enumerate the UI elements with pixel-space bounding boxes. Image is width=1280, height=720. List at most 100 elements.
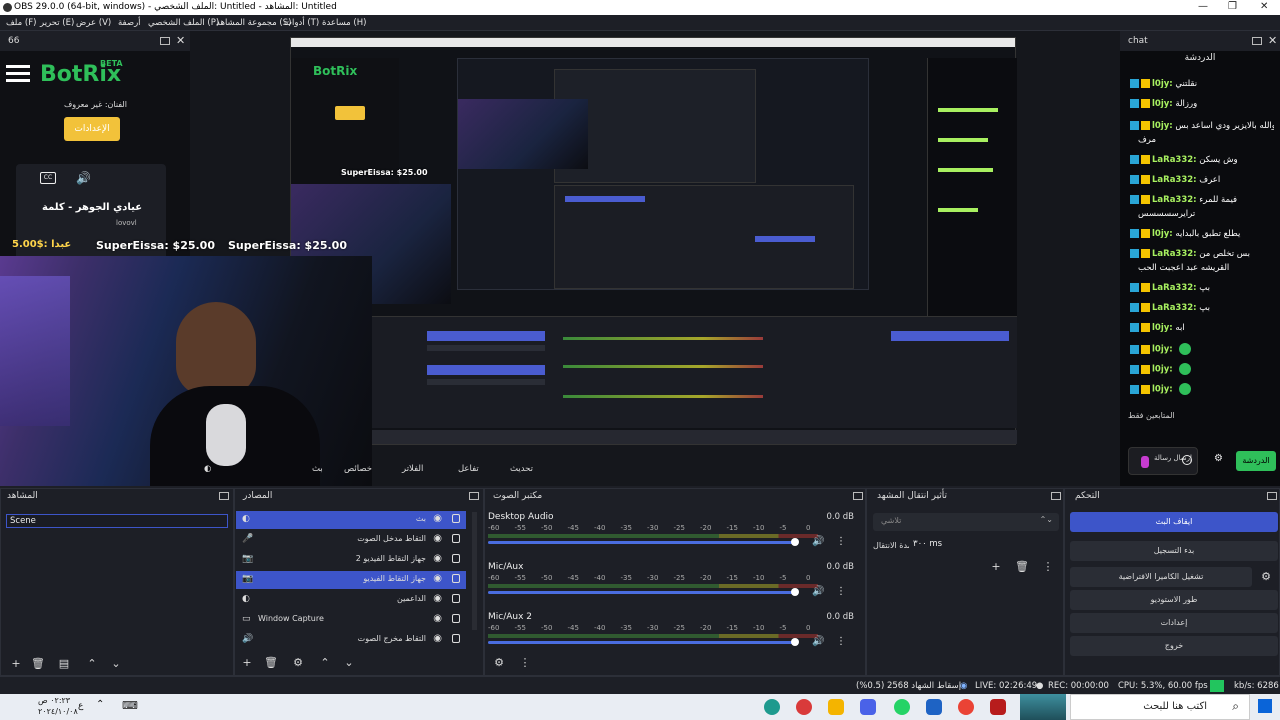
chat-username[interactable]: l0jy: bbox=[1152, 99, 1173, 109]
properties-button[interactable]: خصائص bbox=[340, 462, 376, 478]
chat-close-icon[interactable]: ✕ bbox=[1268, 34, 1277, 47]
chat-username[interactable]: LaRa332: bbox=[1152, 283, 1197, 293]
language-indicator[interactable]: ع bbox=[78, 701, 83, 711]
source-item[interactable]: 📷 جهاز التقاط الفيديو 2 ◉ bbox=[236, 551, 466, 569]
mute-speaker-icon[interactable]: 🔊 bbox=[812, 536, 824, 547]
visibility-eye-icon[interactable]: ◉ bbox=[433, 613, 442, 624]
volume-slider-handle[interactable] bbox=[791, 638, 799, 646]
duration-input[interactable]: ٣٠٠ ms bbox=[909, 536, 1059, 554]
volume-slider[interactable] bbox=[488, 591, 795, 594]
controls-popout-icon[interactable] bbox=[1267, 492, 1277, 500]
transitions-popout-icon[interactable] bbox=[1051, 492, 1061, 500]
interact-button[interactable]: تفاعل bbox=[454, 462, 483, 478]
obs-taskbar-icon[interactable] bbox=[796, 699, 812, 715]
menu-edit[interactable]: تحرير (E) bbox=[40, 18, 74, 28]
weather-widget[interactable] bbox=[1020, 694, 1066, 720]
chat-username[interactable]: LaRa332: bbox=[1152, 195, 1197, 205]
source-item[interactable]: ◐ بث ◉ bbox=[236, 511, 466, 529]
menu-profile[interactable]: الملف الشخصي (P) bbox=[148, 18, 219, 28]
scene-item[interactable]: Scene bbox=[6, 514, 228, 528]
whatsapp-icon[interactable] bbox=[894, 699, 910, 715]
move-source-down-icon[interactable]: ⌄ bbox=[342, 656, 356, 670]
chrome-icon[interactable] bbox=[958, 699, 974, 715]
mute-speaker-icon[interactable]: 🔊 bbox=[812, 636, 824, 647]
left-dock-close-icon[interactable]: ✕ bbox=[176, 34, 185, 47]
visibility-eye-icon[interactable]: ◉ bbox=[433, 513, 442, 524]
volume-slider-handle[interactable] bbox=[791, 538, 799, 546]
source-item[interactable]: 🔊 التقاط مخرج الصوت ◉ bbox=[236, 631, 466, 649]
source-item[interactable]: ◐ الداعمين ◉ bbox=[236, 591, 466, 609]
add-transition-icon[interactable]: + bbox=[989, 560, 1003, 574]
start-virtual-camera-button[interactable]: تشغيل الكاميرا الافتراضية bbox=[1070, 567, 1252, 587]
lock-icon[interactable] bbox=[452, 554, 460, 563]
chat-username[interactable]: l0jy: bbox=[1152, 345, 1173, 355]
chat-username[interactable]: l0jy: bbox=[1152, 385, 1173, 395]
add-scene-icon[interactable]: + bbox=[9, 657, 23, 671]
filters-button[interactable]: الفلاتر bbox=[398, 462, 427, 478]
visibility-eye-icon[interactable]: ◉ bbox=[433, 533, 442, 544]
maximize-button[interactable]: ❐ bbox=[1228, 1, 1237, 12]
lock-icon[interactable] bbox=[452, 514, 460, 523]
settings-button[interactable]: إعدادات bbox=[1070, 613, 1278, 633]
menu-docks[interactable]: أرصفة bbox=[118, 18, 141, 28]
remove-transition-icon[interactable]: 🗑 bbox=[1015, 560, 1029, 574]
sources-popout-icon[interactable] bbox=[469, 492, 479, 500]
volume-slider[interactable] bbox=[488, 641, 795, 644]
exit-button[interactable]: خروج bbox=[1070, 636, 1278, 656]
scenes-popout-icon[interactable] bbox=[219, 492, 229, 500]
volume-slider-handle[interactable] bbox=[791, 588, 799, 596]
taskbar-app-icon[interactable] bbox=[764, 699, 780, 715]
chat-username[interactable]: l0jy: bbox=[1152, 323, 1173, 333]
source-item[interactable]: ▭ Window Capture ◉ bbox=[236, 611, 466, 629]
channel-menu-icon[interactable]: ⋮ bbox=[836, 536, 846, 547]
hamburger-menu-icon[interactable] bbox=[6, 63, 30, 82]
emote-row[interactable] bbox=[1130, 427, 1274, 441]
chat-username[interactable]: LaRa332: bbox=[1152, 175, 1197, 185]
mute-speaker-icon[interactable]: 🔊 bbox=[812, 586, 824, 597]
file-explorer-icon[interactable] bbox=[828, 699, 844, 715]
chat-username[interactable]: LaRa332: bbox=[1152, 249, 1197, 259]
transition-menu-icon[interactable]: ⋮ bbox=[1041, 560, 1055, 574]
botrix-settings-button[interactable]: الإعدادات bbox=[64, 117, 120, 141]
keyboard-icon[interactable]: ⌨ bbox=[122, 699, 138, 712]
move-scene-up-icon[interactable]: ⌃ bbox=[85, 657, 99, 671]
menu-scene-collection[interactable]: مجموعة المشاهد (S) bbox=[216, 18, 291, 28]
mixer-menu-icon[interactable]: ⋮ bbox=[518, 656, 532, 670]
taskbar-app-icon[interactable] bbox=[860, 699, 876, 715]
volume-icon[interactable]: 🔊 bbox=[76, 171, 91, 185]
tray-chevron-icon[interactable]: ⌃ bbox=[96, 699, 104, 710]
studio-mode-button[interactable]: طور الاستوديو bbox=[1070, 590, 1278, 610]
chat-username[interactable]: l0jy: bbox=[1152, 121, 1173, 131]
channel-menu-icon[interactable]: ⋮ bbox=[836, 636, 846, 647]
chat-username[interactable]: l0jy: bbox=[1152, 365, 1173, 375]
chat-popout-icon[interactable] bbox=[1252, 37, 1262, 45]
chat-username[interactable]: LaRa332: bbox=[1152, 155, 1197, 165]
taskbar-search-box[interactable]: اكتب هنا للبحث ⌕ bbox=[1070, 694, 1250, 720]
channel-menu-icon[interactable]: ⋮ bbox=[836, 586, 846, 597]
start-recording-button[interactable]: بدء التسجيل bbox=[1070, 541, 1278, 561]
source-properties-icon[interactable]: ⚙ bbox=[291, 656, 305, 670]
stop-streaming-button[interactable]: ايقاف البث bbox=[1070, 512, 1278, 532]
volume-slider[interactable] bbox=[488, 541, 795, 544]
lock-icon[interactable] bbox=[452, 574, 460, 583]
remove-scene-icon[interactable]: 🗑 bbox=[31, 657, 45, 671]
minimize-button[interactable]: — bbox=[1198, 1, 1208, 12]
visibility-eye-icon[interactable]: ◉ bbox=[433, 553, 442, 564]
scene-filters-icon[interactable]: ▤ bbox=[57, 657, 71, 671]
lock-icon[interactable] bbox=[452, 634, 460, 643]
close-window-button[interactable]: ✕ bbox=[1260, 1, 1268, 12]
mixer-settings-icon[interactable]: ⚙ bbox=[492, 656, 506, 670]
lock-icon[interactable] bbox=[452, 534, 460, 543]
visibility-eye-icon[interactable]: ◉ bbox=[433, 593, 442, 604]
remove-source-icon[interactable]: 🗑 bbox=[264, 656, 278, 670]
move-source-up-icon[interactable]: ⌃ bbox=[318, 656, 332, 670]
lock-icon[interactable] bbox=[452, 614, 460, 623]
transition-type-select[interactable]: تلاشي ⌃⌄ bbox=[873, 513, 1059, 531]
refresh-button[interactable]: تحديث bbox=[506, 462, 537, 478]
sources-scrollbar[interactable] bbox=[472, 512, 477, 630]
chat-settings-icon[interactable]: ⚙ bbox=[1214, 453, 1223, 464]
taskbar-app-icon[interactable] bbox=[990, 699, 1006, 715]
chat-username[interactable]: l0jy: bbox=[1152, 79, 1173, 89]
source-item[interactable]: 🎤 التقاط مدخل الصوت ◉ bbox=[236, 531, 466, 549]
menu-tools[interactable]: أدوات (T) bbox=[284, 18, 319, 28]
